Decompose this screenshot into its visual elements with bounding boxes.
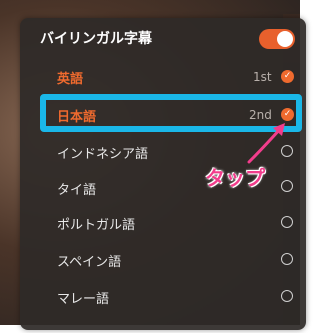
language-option-indonesian[interactable]: インドネシア語: [57, 143, 148, 162]
callout-arrow-icon: [247, 123, 285, 164]
radio-unselected-icon[interactable]: [281, 216, 293, 228]
radio-unselected-icon[interactable]: [281, 180, 293, 192]
check-icon[interactable]: ✓: [281, 70, 294, 83]
order-label-1st: 1st: [253, 70, 272, 84]
radio-unselected-icon[interactable]: [281, 290, 293, 302]
radio-unselected-icon[interactable]: [281, 253, 293, 265]
language-option-thai[interactable]: タイ語: [57, 179, 96, 198]
bilingual-subtitles-title: バイリンガル字幕: [40, 31, 152, 47]
tap-callout-text: タップ: [205, 166, 265, 190]
language-option-spanish[interactable]: スペイン語: [57, 251, 121, 270]
toggle-knob: [277, 31, 293, 47]
language-option-malay[interactable]: マレー語: [57, 288, 109, 307]
bilingual-subtitles-toggle[interactable]: [259, 29, 295, 49]
language-option-english[interactable]: 英語: [57, 68, 83, 87]
language-option-portuguese[interactable]: ポルトガル語: [57, 214, 135, 233]
